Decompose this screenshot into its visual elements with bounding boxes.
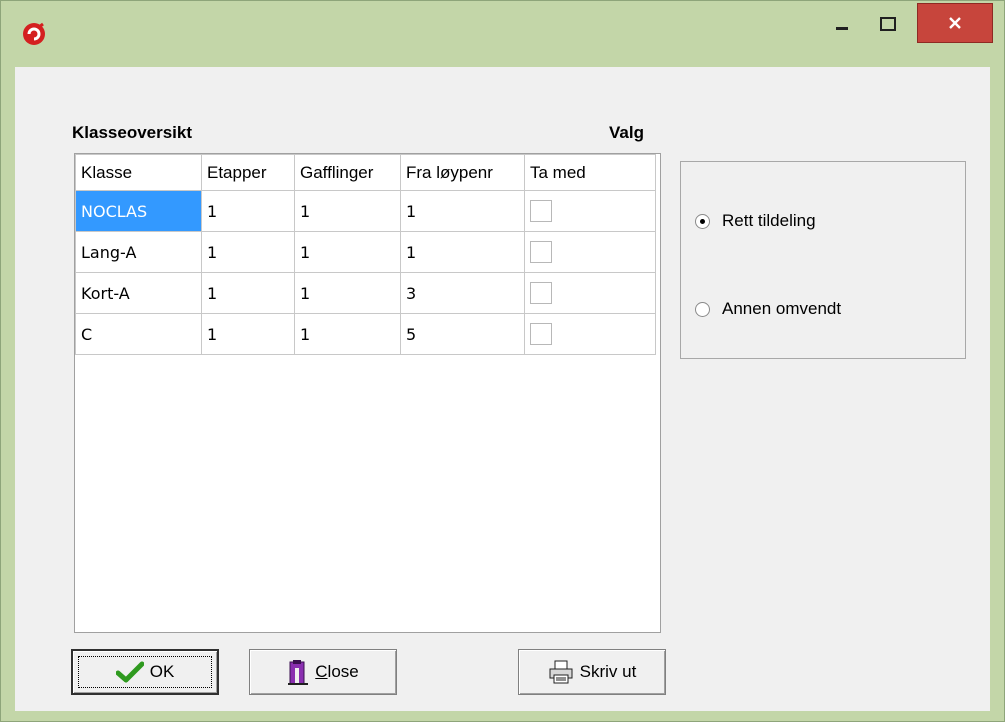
cell-klasse[interactable]: NOCLAS xyxy=(75,190,202,232)
title-bar[interactable] xyxy=(1,1,1004,67)
cell-etapper[interactable]: 1 xyxy=(201,231,295,273)
table-row[interactable]: NOCLAS 1 1 1 xyxy=(75,190,656,232)
include-checkbox[interactable] xyxy=(530,282,552,304)
include-checkbox[interactable] xyxy=(530,241,552,263)
cell-etapper[interactable]: 1 xyxy=(201,272,295,314)
class-overview-label: Klasseoversikt xyxy=(72,123,193,142)
radio-button-unchecked[interactable] xyxy=(695,301,710,317)
focus-rectangle xyxy=(78,656,212,688)
cell-klasse[interactable]: Kort-A xyxy=(75,272,202,314)
cell-ta-med xyxy=(524,313,656,355)
cell-gafflinger[interactable]: 1 xyxy=(294,231,401,273)
cell-fra-loypenr[interactable]: 1 xyxy=(400,231,525,273)
include-checkbox[interactable] xyxy=(530,323,552,345)
table-row[interactable]: C 1 1 5 xyxy=(75,313,656,355)
print-button[interactable]: Skriv ut xyxy=(518,649,666,695)
printer-icon xyxy=(548,660,574,684)
cell-gafflinger[interactable]: 1 xyxy=(294,190,401,232)
column-header-gafflinger[interactable]: Gafflinger xyxy=(294,154,401,191)
cell-fra-loypenr[interactable]: 1 xyxy=(400,190,525,232)
radio-button-checked[interactable] xyxy=(695,213,710,229)
app-logo-icon[interactable] xyxy=(21,21,47,47)
options-groupbox xyxy=(680,161,966,359)
column-header-fra-loypenr[interactable]: Fra løypenr xyxy=(400,154,525,191)
column-header-ta-med[interactable]: Ta med xyxy=(524,154,656,191)
print-button-label: Skriv ut xyxy=(579,662,637,681)
cell-gafflinger[interactable]: 1 xyxy=(294,272,401,314)
class-grid[interactable]: Klasse Etapper Gafflinger Fra løypenr Ta… xyxy=(74,153,661,633)
cell-etapper[interactable]: 1 xyxy=(201,313,295,355)
close-button[interactable]: Close xyxy=(249,649,397,695)
column-header-etapper[interactable]: Etapper xyxy=(201,154,295,191)
class-table: Klasse Etapper Gafflinger Fra løypenr Ta… xyxy=(75,154,656,355)
window-close-button[interactable] xyxy=(917,3,993,43)
client-area: Klasseoversikt Valg Klasse Etapper Gaffl… xyxy=(15,67,990,711)
table-header-row: Klasse Etapper Gafflinger Fra løypenr Ta… xyxy=(75,154,656,191)
cell-klasse[interactable]: C xyxy=(75,313,202,355)
close-icon xyxy=(949,17,961,29)
cell-ta-med xyxy=(524,231,656,273)
close-label-rest: lose xyxy=(327,662,359,681)
minimize-icon xyxy=(836,27,848,30)
cell-fra-loypenr[interactable]: 5 xyxy=(400,313,525,355)
ok-button[interactable]: OK xyxy=(71,649,219,695)
table-row[interactable]: Kort-A 1 1 3 xyxy=(75,272,656,314)
close-button-label: Close xyxy=(315,662,358,682)
door-exit-icon xyxy=(287,658,309,686)
cell-fra-loypenr[interactable]: 3 xyxy=(400,272,525,314)
cell-etapper[interactable]: 1 xyxy=(201,190,295,232)
option-annen-omvendt-label: Annen omvendt xyxy=(722,299,842,318)
close-accelerator-letter: C xyxy=(315,662,328,681)
options-label: Valg xyxy=(609,123,644,142)
option-rett-tildeling[interactable]: Rett tildeling xyxy=(695,211,816,231)
cell-gafflinger[interactable]: 1 xyxy=(294,313,401,355)
maximize-icon xyxy=(880,17,896,31)
table-row[interactable]: Lang-A 1 1 1 xyxy=(75,231,656,273)
cell-ta-med xyxy=(524,272,656,314)
dialog-window: Klasseoversikt Valg Klasse Etapper Gaffl… xyxy=(0,0,1005,722)
cell-ta-med xyxy=(524,190,656,232)
option-annen-omvendt[interactable]: Annen omvendt xyxy=(695,299,841,319)
cell-klasse[interactable]: Lang-A xyxy=(75,231,202,273)
option-rett-tildeling-label: Rett tildeling xyxy=(722,211,816,230)
maximize-button[interactable] xyxy=(871,9,905,39)
column-header-klasse[interactable]: Klasse xyxy=(75,154,202,191)
include-checkbox[interactable] xyxy=(530,200,552,222)
minimize-button[interactable] xyxy=(827,9,857,39)
